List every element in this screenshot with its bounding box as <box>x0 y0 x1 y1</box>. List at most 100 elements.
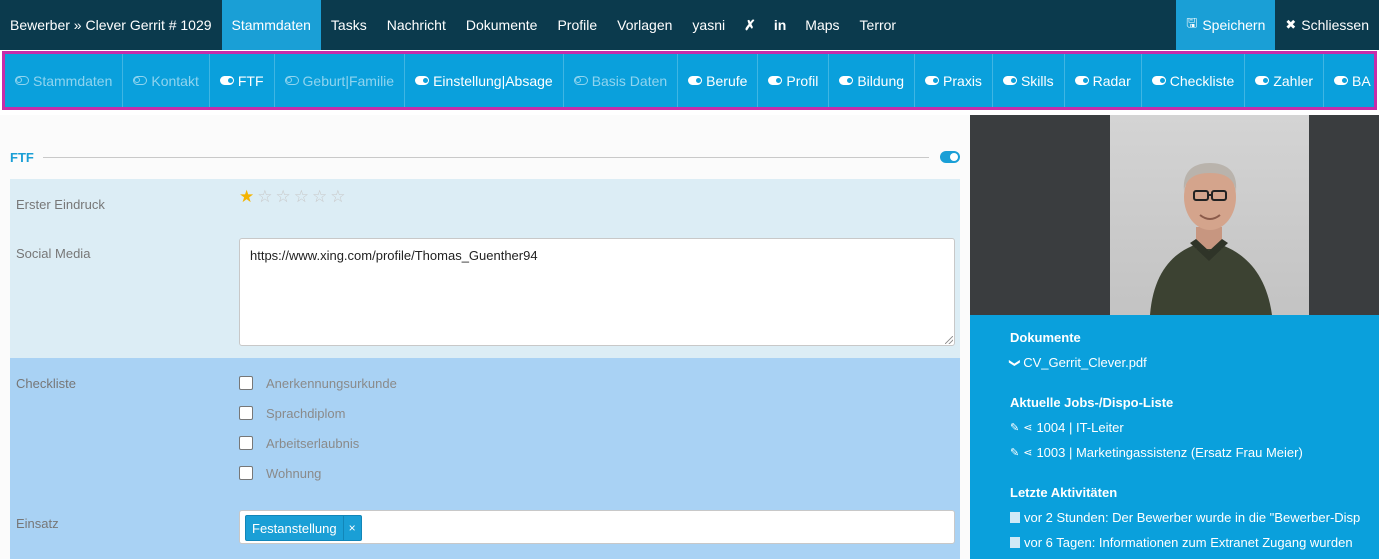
star-rating[interactable]: ★ ☆ ☆ ☆ ☆ ☆ <box>239 187 346 207</box>
checkbox[interactable] <box>239 436 253 450</box>
pencil-icon[interactable]: ✎ <box>1010 418 1019 438</box>
photo-background <box>970 115 1379 315</box>
share-icon[interactable]: ⋖ <box>1023 443 1032 463</box>
save-button-label: Speichern <box>1202 17 1266 33</box>
nav-profile[interactable]: Profile <box>547 0 607 50</box>
form-group-bottom: Checkliste Anerkennungsurkunde Sprachdipl… <box>10 358 960 559</box>
checklist-item-label: Sprachdiplom <box>266 405 346 421</box>
subnav-item-zahler[interactable]: Zahler <box>1245 54 1325 107</box>
subnav-item-label: Basis Daten <box>591 72 668 89</box>
star-icon[interactable]: ☆ <box>276 187 291 207</box>
subnav-item-label: Zahler <box>1273 72 1314 89</box>
subnav-item-label: Stammdaten <box>33 72 113 89</box>
close-button[interactable]: ✖ Schliessen <box>1275 0 1379 50</box>
section-toggle-switch[interactable] <box>940 151 960 163</box>
job-item[interactable]: ✎ ⋖ 1004 | IT-Leiter <box>1010 415 1379 440</box>
toggle-icon <box>415 76 430 85</box>
checklist-item: Sprachdiplom <box>239 398 397 428</box>
form-group-top: Erster Eindruck ★ ☆ ☆ ☆ ☆ ☆ Social Media http… <box>10 179 960 358</box>
document-name: CV_Gerrit_Clever.pdf <box>1023 354 1147 370</box>
subnav-item-einstellung-absage[interactable]: Einstellung|Absage <box>405 54 564 107</box>
subnav-item-label: Geburt|Familie <box>302 72 395 89</box>
subnav-item-label: FTF <box>237 72 264 89</box>
pencil-icon[interactable]: ✎ <box>1010 443 1019 463</box>
subnav-item-label: Berufe <box>706 72 748 89</box>
star-icon[interactable]: ☆ <box>257 187 272 207</box>
subnav-item-basis-daten[interactable]: Basis Daten <box>564 54 679 107</box>
note-icon <box>1010 512 1020 523</box>
checklist-item: Anerkennungsurkunde <box>239 368 397 398</box>
subnav-item-label: Skills <box>1020 72 1054 89</box>
nav-vorlagen[interactable]: Vorlagen <box>607 0 682 50</box>
subnav-item-ftf[interactable]: FTF <box>210 54 275 107</box>
nav-tasks[interactable]: Tasks <box>321 0 377 50</box>
subnav-wrapper: Stammdaten Kontakt FTF Geburt|Familie Einste… <box>0 50 1379 111</box>
social-media-textarea[interactable]: https://www.xing.com/profile/Thomas_Guen… <box>239 238 955 346</box>
subnav-item-label: Radar <box>1092 72 1131 89</box>
toggle-icon <box>1255 76 1270 85</box>
subnav-item-berufe[interactable]: Berufe <box>678 54 759 107</box>
star-icon[interactable]: ☆ <box>330 187 345 207</box>
subnav-item-stammdaten[interactable]: Stammdaten <box>5 54 124 107</box>
subnav-item-label: BA <box>1352 72 1371 89</box>
floppy-disk-icon: 🖫 <box>1186 15 1198 30</box>
candidate-info: Dokumente ❯ CV_Gerrit_Clever.pdf Aktuell… <box>1009 330 1379 555</box>
first-impression-label: Erster Eindruck <box>16 197 105 212</box>
nav-yasni[interactable]: yasni <box>682 0 735 50</box>
subnav-item-profil[interactable]: Profil <box>758 54 830 107</box>
close-button-label: Schliessen <box>1301 17 1369 33</box>
subnav-item-geburt-familie[interactable]: Geburt|Familie <box>275 54 406 107</box>
jobs-title: Aktuelle Jobs-/Dispo-Liste <box>1010 395 1174 410</box>
social-media-label: Social Media <box>16 246 91 261</box>
share-icon[interactable]: ⋖ <box>1023 418 1032 438</box>
subnav-item-bildung[interactable]: Bildung <box>829 54 916 107</box>
star-icon[interactable]: ☆ <box>312 187 327 207</box>
subnav-item-skills[interactable]: Skills <box>993 54 1065 107</box>
candidate-photo[interactable] <box>1110 115 1309 315</box>
nav-stammdaten[interactable]: Stammdaten <box>221 0 321 50</box>
nav-maps[interactable]: Maps <box>795 0 849 50</box>
xing-icon[interactable]: ✗ <box>735 0 765 50</box>
activity-text: vor 2 Stunden: Der Bewerber wurde in die… <box>1024 509 1361 525</box>
toggle-icon <box>573 76 588 85</box>
note-icon <box>1010 537 1020 548</box>
toggle-icon <box>768 76 783 85</box>
checkbox[interactable] <box>239 406 253 420</box>
subnav-item-ba[interactable]: BA <box>1324 54 1374 107</box>
subnav-item-checkliste[interactable]: Checkliste <box>1142 54 1246 107</box>
chevron-down-icon: ❯ <box>1008 357 1021 368</box>
einsatz-tag-input[interactable]: Festanstellung × <box>239 510 955 544</box>
linkedin-icon[interactable]: in <box>765 0 795 50</box>
subnav-item-label: Checkliste <box>1169 72 1235 89</box>
toggle-icon <box>1002 76 1017 85</box>
document-link[interactable]: ❯ CV_Gerrit_Clever.pdf <box>1009 350 1379 375</box>
tag-remove-icon[interactable]: × <box>342 516 361 540</box>
toggle-icon <box>219 76 234 85</box>
subnav-item-praxis[interactable]: Praxis <box>915 54 993 107</box>
activities-title: Letzte Aktivitäten <box>1010 485 1118 500</box>
checkbox[interactable] <box>239 466 253 480</box>
job-item[interactable]: ✎ ⋖ 1003 | Marketingassistenz (Ersatz Fr… <box>1010 440 1379 465</box>
nav-nachricht[interactable]: Nachricht <box>377 0 456 50</box>
checklist-item-label: Arbeitserlaubnis <box>266 435 360 451</box>
subnav-item-kontakt[interactable]: Kontakt <box>123 54 210 107</box>
social-media-value: https://www.xing.com/profile/Thomas_Guen… <box>250 248 538 263</box>
section-header: FTF <box>10 150 960 166</box>
nav-dokumente[interactable]: Dokumente <box>456 0 548 50</box>
section-title: FTF <box>10 150 34 165</box>
activity-item: vor 6 Tagen: Informationen zum Extranet … <box>1010 530 1379 555</box>
save-button[interactable]: 🖫 Speichern <box>1176 0 1276 50</box>
star-icon[interactable]: ☆ <box>294 187 309 207</box>
breadcrumb[interactable]: Bewerber » Clever Gerrit # 1029 <box>0 0 222 50</box>
subnav-item-radar[interactable]: Radar <box>1065 54 1142 107</box>
nav-terror[interactable]: Terror <box>850 0 907 50</box>
close-icon: ✖ <box>1285 17 1297 32</box>
checkbox[interactable] <box>239 376 253 390</box>
subnav-item-label: Profil <box>786 72 819 89</box>
toggle-icon <box>1074 76 1089 85</box>
documents-title: Dokumente <box>1010 330 1081 345</box>
checklist-item: Arbeitserlaubnis <box>239 428 397 458</box>
resize-handle[interactable] <box>945 336 953 344</box>
star-icon[interactable]: ★ <box>239 187 254 207</box>
einsatz-tag-label: Festanstellung <box>252 520 337 536</box>
